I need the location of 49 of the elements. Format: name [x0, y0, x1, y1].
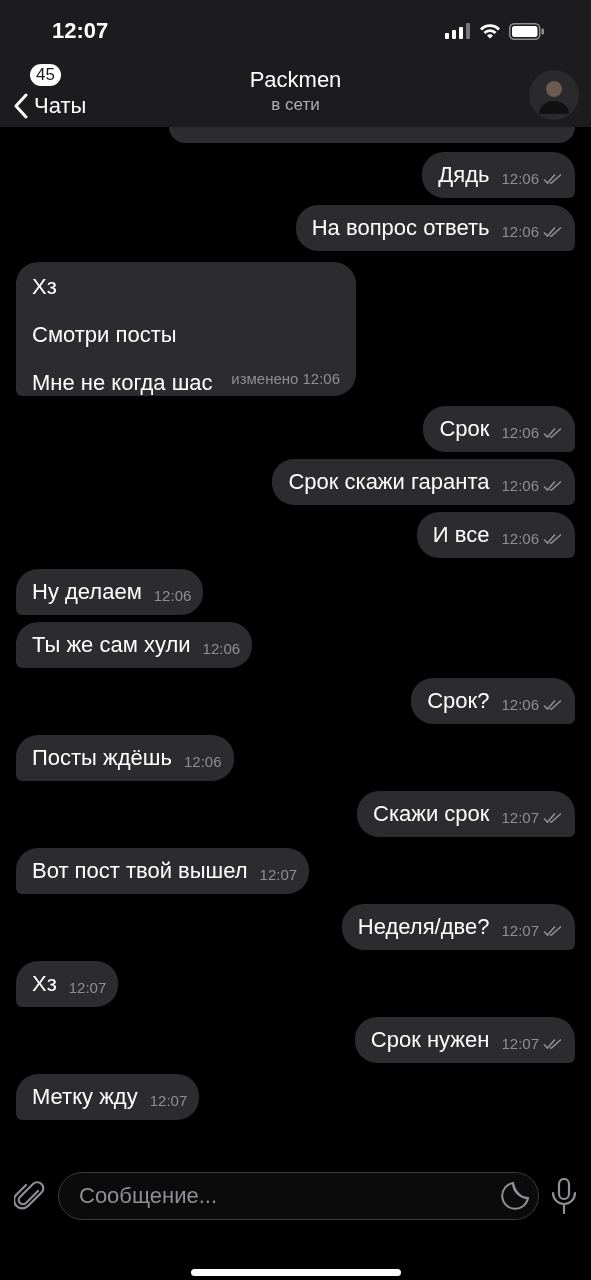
message-text: Дядь [438, 162, 490, 188]
message-text: Срок? [427, 688, 490, 714]
avatar[interactable] [529, 69, 579, 120]
message-input[interactable]: Сообщение... [77, 1182, 500, 1210]
message-text: Мне не когда шас [32, 369, 213, 396]
message-time: 12:06 [501, 170, 539, 187]
back-button[interactable]: Чаты [10, 88, 91, 123]
message-field[interactable]: Сообщение... [58, 1172, 539, 1220]
message-time: 12:06 [501, 223, 539, 240]
message-time: 12:06 [153, 586, 192, 604]
message-text: Посты ждёшь [32, 744, 172, 771]
message-time: 12:06 [202, 639, 241, 657]
message-text: И все [432, 522, 490, 548]
chat-title: Packmen [249, 66, 342, 94]
signal-icon [445, 23, 471, 39]
message-text: Ну делаем [32, 578, 142, 605]
message-text: Метку жду [32, 1083, 138, 1110]
message-text: Смотри посты [32, 321, 177, 348]
message-text: Неделя/две? [357, 914, 490, 940]
message-time: 12:07 [68, 978, 107, 996]
message-time: 12:06 [501, 530, 539, 547]
back-chevron-icon [14, 92, 28, 119]
message-text: Скажи срок [373, 801, 490, 827]
message-time: 12:07 [501, 1035, 539, 1052]
message-time: 12:06 [302, 369, 340, 387]
status-time: 12:07 [52, 18, 109, 44]
message-time: 12:06 [501, 477, 539, 494]
message-text: Вот пост твой вышел [32, 857, 248, 884]
message-time: 12:07 [501, 922, 539, 939]
message-text: Хз [32, 970, 57, 997]
message-text: Срок [439, 416, 490, 442]
message-text: Срок нужен [370, 1027, 490, 1053]
message-text: Ты же сам хули [32, 631, 191, 658]
chat-status: в сети [271, 94, 320, 116]
edited-label: изменено [231, 369, 299, 387]
sticker-icon[interactable] [500, 1181, 530, 1211]
message-text: Срок скажи гаранта [288, 469, 490, 495]
message-time: 12:07 [501, 809, 539, 826]
message-time: 12:06 [501, 424, 539, 441]
message-time: 12:06 [501, 696, 539, 713]
message-text: На вопрос ответь [311, 215, 490, 241]
wifi-icon [479, 23, 501, 39]
message-time: 12:07 [149, 1091, 188, 1109]
message-text: Хз [32, 273, 57, 300]
unread-badge: 45 [30, 63, 61, 86]
microphone-icon[interactable] [551, 1178, 577, 1214]
battery-icon [509, 22, 545, 40]
message-time: 12:06 [183, 752, 222, 770]
message-time: 12:07 [259, 865, 298, 883]
